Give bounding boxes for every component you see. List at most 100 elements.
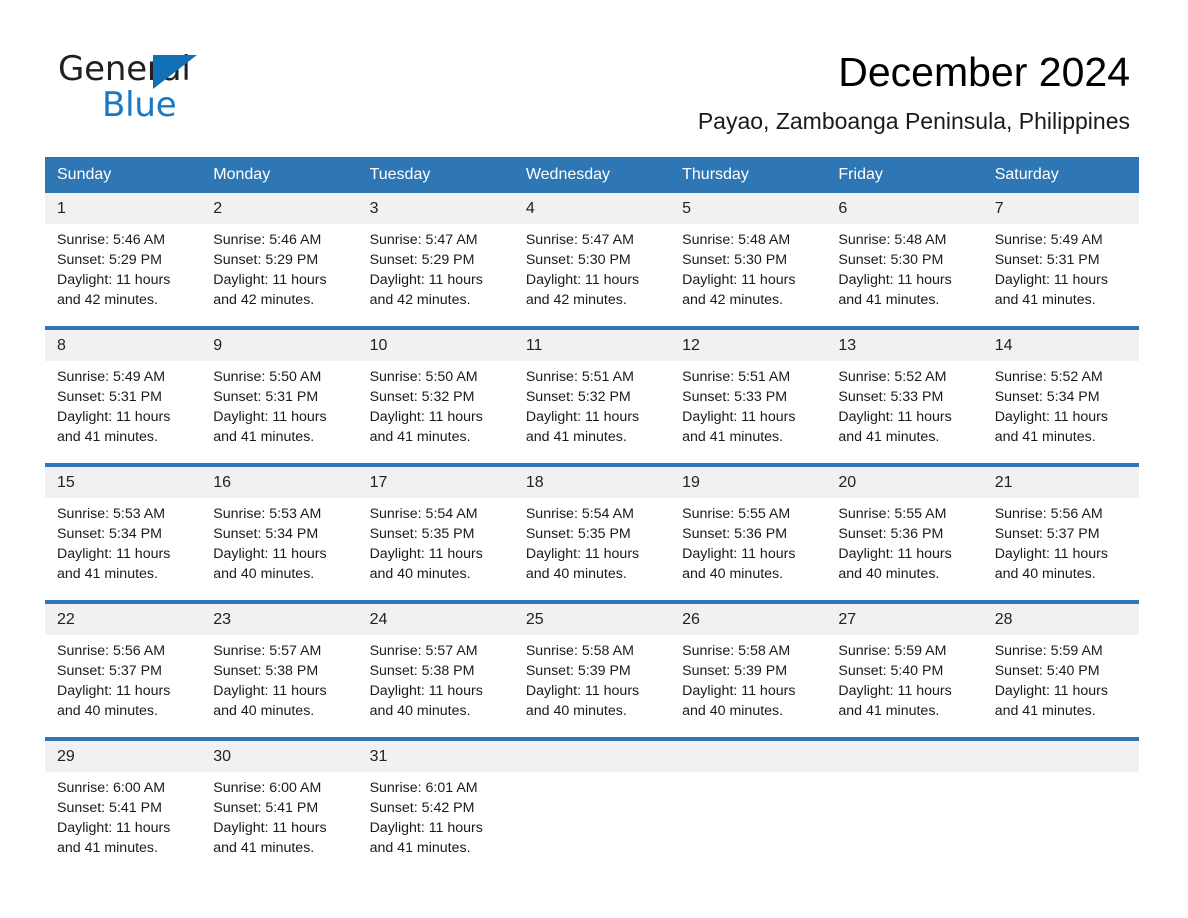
day-number-cell[interactable]: 25 (513, 604, 671, 635)
day-number-cell[interactable]: 21 (982, 467, 1139, 498)
sunrise-text: Sunrise: 5:55 AM (682, 506, 791, 522)
day-number-row: 1234567 (45, 193, 1139, 224)
daylight-text-line2: and 40 minutes. (838, 566, 940, 582)
general-blue-logo: General Blue (58, 52, 358, 122)
sunrise-text: Sunrise: 5:47 AM (369, 232, 478, 248)
sunrise-text: Sunrise: 6:01 AM (369, 780, 478, 796)
day-number-row: 8 9 10 11 12 13 14 (45, 330, 1139, 361)
daylight-text-line1: Daylight: 11 hours (994, 546, 1108, 562)
day-detail-empty (826, 772, 983, 874)
day-number-cell[interactable]: 11 (513, 330, 671, 361)
day-number-cell[interactable]: 3 (357, 193, 514, 224)
day-number-cell[interactable]: 9 (201, 330, 358, 361)
sunset-text: Sunset: 5:30 PM (682, 252, 788, 268)
sunset-text: Sunset: 5:40 PM (994, 663, 1100, 679)
daylight-text-line2: and 40 minutes. (994, 566, 1096, 582)
day-detail-empty (982, 772, 1139, 874)
day-number-cell[interactable]: 31 (357, 741, 514, 772)
day-number-cell[interactable]: 17 (357, 467, 514, 498)
daylight-text-line1: Daylight: 11 hours (57, 409, 171, 425)
day-number-cell[interactable]: 22 (45, 604, 202, 635)
sunrise-text: Sunrise: 6:00 AM (57, 780, 166, 796)
sunrise-text: Sunrise: 5:46 AM (57, 232, 166, 248)
sunrise-text: Sunrise: 5:47 AM (525, 232, 634, 248)
day-number-cell[interactable]: 15 (45, 467, 202, 498)
sunrise-text: Sunrise: 5:48 AM (682, 232, 791, 248)
sunset-text: Sunset: 5:34 PM (57, 526, 162, 542)
day-number-cell[interactable]: 24 (357, 604, 514, 635)
sunrise-text: Sunrise: 5:46 AM (213, 232, 322, 248)
day-number-cell[interactable]: 4 (513, 193, 671, 224)
day-detail-empty (513, 772, 671, 874)
day-detail-cell: Sunrise: 5:53 AM Sunset: 5:34 PM Daylight:… (201, 498, 358, 600)
day-number-cell[interactable]: 19 (670, 467, 827, 498)
day-number-row: 15 16 17 18 19 20 21 (45, 467, 1139, 498)
day-number-cell[interactable]: 30 (201, 741, 358, 772)
day-detail-cell: Sunrise: 5:54 AM Sunset: 5:35 PM Daylight:… (357, 498, 514, 600)
day-number-cell[interactable]: 16 (201, 467, 358, 498)
day-number-cell[interactable]: 20 (826, 467, 983, 498)
daylight-text-line2: and 40 minutes. (369, 566, 471, 582)
sunset-text: Sunset: 5:33 PM (838, 389, 944, 405)
calendar-body: 1 2 3 4 5 6 7 Sunrise: 5:46 AM Sunset: 5:29 PM Da… (45, 193, 1139, 874)
day-number-cell[interactable]: 27 (826, 604, 983, 635)
daylight-text-line2: and 41 minutes. (838, 703, 940, 719)
day-number-cell[interactable]: 10 (357, 330, 514, 361)
day-number-cell[interactable]: 12 (670, 330, 827, 361)
daylight-text-line2: and 41 minutes. (838, 292, 940, 308)
day-detail-cell: Sunrise: 5:46 AM Sunset: 5:29 PM Daylight:… (201, 224, 358, 326)
day-number-cell[interactable]: 23 (201, 604, 358, 635)
weekday-header-tuesday: Tuesday (357, 157, 514, 193)
day-detail-row: Sunrise: 5:46 AM Sunset: 5:29 PM Daylight:… (45, 224, 1139, 326)
sunrise-text: Sunrise: 5:51 AM (682, 369, 791, 385)
day-number-row: 29 30 31 (45, 741, 1139, 772)
day-number-cell[interactable]: 2 (201, 193, 358, 224)
logo-text-blue: Blue (102, 85, 177, 125)
sunset-text: Sunset: 5:31 PM (994, 252, 1100, 268)
location-subtitle: Payao, Zamboanga Peninsula, Philippines (697, 108, 1130, 134)
daylight-text-line2: and 41 minutes. (57, 429, 158, 445)
sunrise-text: Sunrise: 5:49 AM (994, 232, 1103, 248)
sunrise-text: Sunrise: 5:51 AM (525, 369, 634, 385)
weekday-header-thursday: Thursday (670, 157, 827, 193)
day-number-cell[interactable]: 14 (982, 330, 1139, 361)
day-detail-cell: Sunrise: 5:56 AM Sunset: 5:37 PM Daylight:… (982, 498, 1139, 600)
daylight-text-line2: and 41 minutes. (57, 840, 158, 856)
sunset-text: Sunset: 5:36 PM (838, 526, 944, 542)
sunrise-text: Sunrise: 5:58 AM (525, 643, 634, 659)
day-detail-cell: Sunrise: 5:57 AM Sunset: 5:38 PM Daylight:… (201, 635, 358, 737)
sunrise-text: Sunrise: 5:48 AM (838, 232, 947, 248)
daylight-text-line1: Daylight: 11 hours (369, 409, 483, 425)
sunset-text: Sunset: 5:39 PM (682, 663, 788, 679)
day-detail-cell: Sunrise: 5:47 AM Sunset: 5:29 PM Daylight:… (357, 224, 514, 326)
daylight-text-line1: Daylight: 11 hours (682, 272, 796, 288)
sunrise-text: Sunrise: 5:59 AM (994, 643, 1103, 659)
day-number-cell[interactable]: 7 (982, 193, 1139, 224)
sunset-text: Sunset: 5:35 PM (525, 526, 631, 542)
day-number-cell[interactable]: 26 (670, 604, 827, 635)
daylight-text-line2: and 42 minutes. (213, 292, 315, 308)
sunset-text: Sunset: 5:41 PM (57, 800, 162, 816)
daylight-text-line1: Daylight: 11 hours (213, 546, 327, 562)
daylight-text-line1: Daylight: 11 hours (213, 272, 327, 288)
day-number-cell[interactable]: 29 (45, 741, 202, 772)
day-number-cell[interactable]: 13 (826, 330, 983, 361)
sunrise-text: Sunrise: 5:54 AM (369, 506, 478, 522)
daylight-text-line2: and 40 minutes. (682, 566, 784, 582)
sunset-text: Sunset: 5:32 PM (525, 389, 631, 405)
day-detail-cell: Sunrise: 5:48 AM Sunset: 5:30 PM Daylight:… (826, 224, 983, 326)
calendar-header-row: Sunday Monday Tuesday Wednesday Thursday… (45, 157, 1139, 193)
day-detail-cell: Sunrise: 5:50 AM Sunset: 5:31 PM Daylight:… (201, 361, 358, 463)
day-number-cell[interactable]: 18 (513, 467, 671, 498)
day-detail-cell: Sunrise: 5:52 AM Sunset: 5:33 PM Daylight:… (826, 361, 983, 463)
daylight-text-line2: and 40 minutes. (213, 703, 315, 719)
day-number-cell[interactable]: 1 (45, 193, 202, 224)
day-detail-row: Sunrise: 6:00 AM Sunset: 5:41 PM Daylight:… (45, 772, 1139, 874)
day-number-cell[interactable]: 8 (45, 330, 202, 361)
sunset-text: Sunset: 5:30 PM (525, 252, 631, 268)
day-number-cell[interactable]: 6 (826, 193, 983, 224)
day-number-cell[interactable]: 28 (982, 604, 1139, 635)
sunrise-text: Sunrise: 5:57 AM (213, 643, 322, 659)
day-number-empty (670, 741, 827, 772)
day-number-cell[interactable]: 5 (670, 193, 827, 224)
